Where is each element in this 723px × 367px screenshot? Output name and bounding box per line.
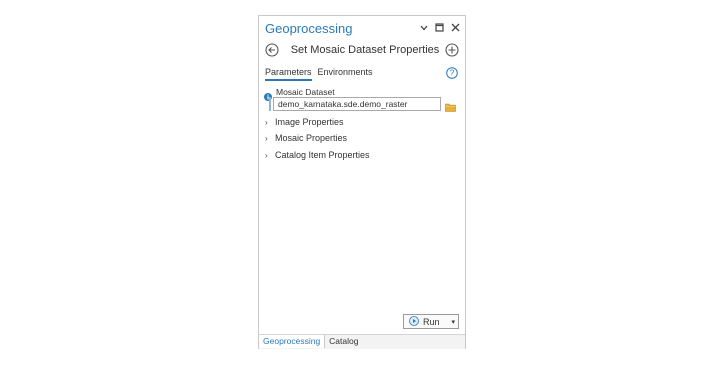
pane-titlebar: Geoprocessing — [259, 16, 465, 42]
chevron-down-icon[interactable]: ▾ — [451, 318, 455, 326]
add-icon[interactable] — [445, 43, 459, 57]
bottom-tabs: Geoprocessing Catalog — [259, 334, 465, 349]
pane-title: Geoprocessing — [265, 21, 353, 36]
parameter-tabs: Parameters Environments — [265, 67, 373, 81]
chevron-right-icon: › — [265, 150, 268, 160]
options-dropdown-icon[interactable] — [418, 22, 429, 33]
run-label: Run — [423, 316, 440, 327]
help-icon[interactable]: ? — [446, 66, 458, 79]
chevron-right-icon: › — [265, 133, 268, 143]
group-image-properties[interactable]: › Image Properties — [265, 117, 344, 127]
tool-title: Set Mosaic Dataset Properties — [290, 44, 440, 56]
svg-text:?: ? — [450, 69, 455, 78]
mosaic-dataset-label: Mosaic Dataset — [276, 87, 335, 97]
group-mosaic-properties[interactable]: › Mosaic Properties — [265, 133, 347, 143]
tool-header: Set Mosaic Dataset Properties — [259, 41, 465, 63]
play-icon — [409, 315, 419, 328]
chevron-right-icon: › — [265, 117, 268, 127]
group-label: Image Properties — [275, 117, 344, 127]
geoprocessing-pane: Geoprocessing Set Mosaic Dataset Propert… — [258, 15, 466, 349]
tab-catalog[interactable]: Catalog — [325, 335, 362, 348]
window-controls — [418, 22, 461, 33]
info-icon[interactable] — [264, 88, 272, 101]
group-catalog-item-properties[interactable]: › Catalog Item Properties — [265, 150, 370, 160]
mosaic-dataset-input[interactable] — [273, 97, 441, 111]
close-icon[interactable] — [450, 22, 461, 33]
run-button[interactable]: Run ▾ — [403, 314, 459, 329]
tab-parameters[interactable]: Parameters — [265, 67, 312, 81]
tab-geoprocessing[interactable]: Geoprocessing — [259, 335, 326, 348]
folder-browse-icon[interactable] — [445, 99, 456, 112]
back-arrow-icon[interactable] — [265, 43, 279, 57]
tab-environments[interactable]: Environments — [318, 67, 373, 81]
maximize-icon[interactable] — [434, 22, 445, 33]
group-label: Mosaic Properties — [275, 133, 348, 143]
required-indicator — [269, 97, 271, 111]
group-label: Catalog Item Properties — [275, 150, 370, 160]
